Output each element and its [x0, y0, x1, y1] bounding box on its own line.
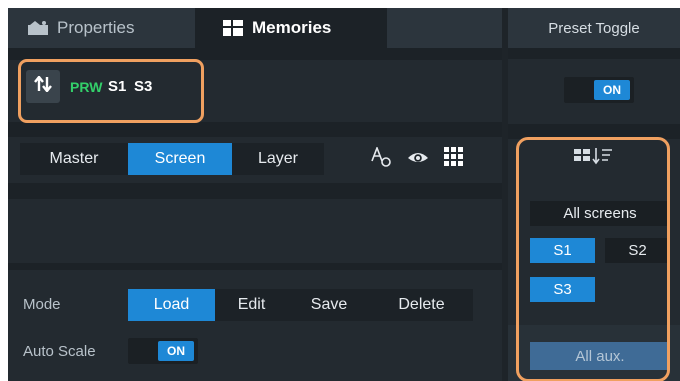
- preset-toggle-row: ON: [508, 59, 680, 124]
- tab-memories-label: Memories: [252, 18, 332, 37]
- screen-selector: All screens S1 S2 S3 All aux.: [508, 139, 680, 381]
- preset-toggle[interactable]: ON: [564, 77, 634, 103]
- font-button[interactable]: [368, 143, 396, 175]
- image-icon: [28, 21, 48, 35]
- filter-icon: [574, 147, 614, 170]
- grid-view-button[interactable]: [440, 143, 468, 175]
- mode-settings: Mode Load Edit Save Delete Auto Scale ON: [8, 270, 502, 381]
- auto-scale-toggle[interactable]: ON: [128, 338, 198, 364]
- memories-panel: Properties Memories PRW S1 S3 Master Scr…: [8, 8, 502, 381]
- filter-button[interactable]: [508, 147, 680, 170]
- mode-delete-button[interactable]: Delete: [370, 289, 473, 321]
- screen-s1-button[interactable]: S1: [530, 238, 595, 263]
- tab-memories[interactable]: Memories: [195, 8, 387, 48]
- auto-scale-toggle-state: ON: [158, 341, 194, 361]
- mode-save-button[interactable]: Save: [288, 289, 370, 321]
- screen-s3-button[interactable]: S3: [530, 277, 595, 302]
- sort-button[interactable]: [26, 70, 60, 103]
- segment-screen[interactable]: Screen: [128, 143, 232, 175]
- tab-properties[interactable]: Properties: [8, 8, 195, 48]
- grid-icon: [223, 20, 243, 36]
- screen-s2-button[interactable]: S2: [605, 238, 670, 263]
- preset-toggle-state: ON: [594, 80, 630, 100]
- memory-list-area: [8, 199, 502, 263]
- sort-icon: [34, 75, 52, 97]
- all-aux-button[interactable]: All aux.: [530, 342, 670, 370]
- preset-panel: Preset Toggle ON All screens S1 S2 S3 Al…: [508, 8, 680, 381]
- mode-load-button[interactable]: Load: [128, 289, 215, 321]
- visibility-button[interactable]: [404, 143, 432, 175]
- font-icon: [371, 145, 393, 172]
- segment-master[interactable]: Master: [20, 143, 128, 175]
- scope-row: Master Screen Layer: [8, 137, 502, 183]
- segment-layer[interactable]: Layer: [232, 143, 324, 175]
- tab-properties-label: Properties: [57, 18, 135, 37]
- status-s1: S1: [108, 78, 127, 95]
- panel-tabs: Properties Memories: [8, 8, 502, 48]
- mode-label: Mode: [23, 296, 61, 313]
- all-screens-button[interactable]: All screens: [530, 201, 670, 226]
- status-row: PRW S1 S3: [8, 60, 502, 122]
- prw-indicator: PRW: [70, 79, 103, 95]
- preset-toggle-title: Preset Toggle: [508, 8, 680, 48]
- mode-edit-button[interactable]: Edit: [215, 289, 288, 321]
- app-frame: Properties Memories PRW S1 S3 Master Scr…: [8, 8, 680, 381]
- eye-icon: [407, 148, 429, 171]
- status-s3: S3: [134, 78, 153, 95]
- grid-icon: [444, 146, 464, 172]
- auto-scale-label: Auto Scale: [23, 343, 96, 360]
